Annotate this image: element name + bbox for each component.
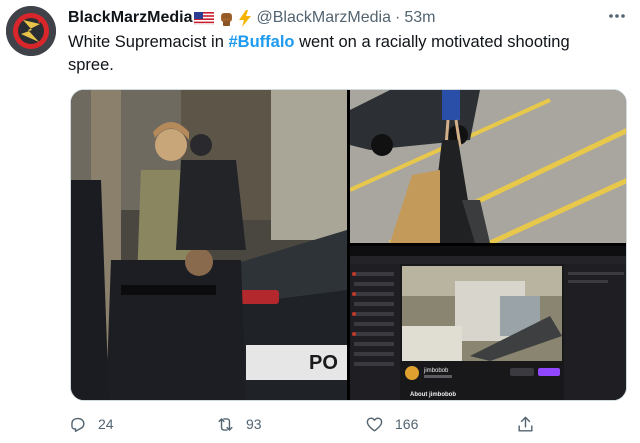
more-button[interactable] (606, 6, 628, 26)
car-label: PO (309, 352, 338, 374)
stream-about: About jimbobob (410, 392, 456, 398)
reply-icon (71, 417, 85, 432)
retweet-count: 93 (246, 416, 262, 432)
tweet[interactable]: BlackMarzMedia @BlackMarzMedia · 53m Whi… (0, 0, 640, 443)
raised-fist-icon (220, 12, 232, 26)
stream-username: jimbobob (423, 368, 449, 374)
share-button[interactable] (516, 412, 546, 436)
share-icon (518, 416, 533, 432)
lightning-icon (238, 9, 251, 27)
us-flag-icon (193, 11, 214, 25)
retweet-button[interactable]: 93 (216, 412, 262, 436)
display-name[interactable]: BlackMarzMedia (68, 9, 193, 27)
timestamp[interactable]: 53m (404, 9, 435, 27)
like-button[interactable]: 166 (365, 412, 418, 436)
retweet-icon (218, 417, 233, 431)
more-icon (609, 14, 625, 18)
hashtag-link[interactable]: #Buffalo (228, 33, 294, 51)
reply-button[interactable]: 24 (68, 412, 114, 436)
media-thumbnail-1[interactable]: PO (71, 90, 347, 400)
like-count: 166 (395, 416, 419, 432)
media-thumbnail-3[interactable]: jimbobob About jimbobob (350, 246, 626, 400)
author-handle[interactable]: @BlackMarzMedia (257, 9, 392, 27)
avatar[interactable] (6, 6, 56, 56)
media-thumbnail-2[interactable] (350, 90, 626, 243)
media-grid: PO jimbobob About jimbobob (70, 89, 627, 401)
tweet-actions: 24 93 166 (68, 412, 538, 436)
reply-count: 24 (98, 416, 114, 432)
tweet-text-before: White Supremacist in (68, 33, 229, 51)
separator: · (395, 9, 401, 26)
heart-icon (366, 416, 383, 432)
tweet-header: BlackMarzMedia @BlackMarzMedia · 53m (68, 8, 435, 28)
tweet-text: White Supremacist in #Buffalo went on a … (68, 31, 616, 77)
